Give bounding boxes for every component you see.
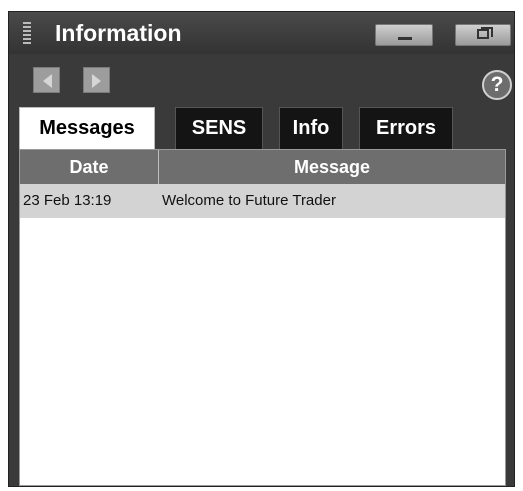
minimize-icon <box>398 37 412 40</box>
row-message: Welcome to Future Trader <box>162 192 336 209</box>
forward-button[interactable] <box>83 67 110 93</box>
messages-table: Date Message 23 Feb 13:19 Welcome to Fut… <box>19 149 506 486</box>
tab-errors[interactable]: Errors <box>359 107 453 149</box>
tab-messages[interactable]: Messages <box>19 107 155 150</box>
tab-info[interactable]: Info <box>279 107 343 149</box>
table-row[interactable]: 23 Feb 13:19 Welcome to Future Trader <box>20 184 505 218</box>
back-button[interactable] <box>33 67 60 93</box>
arrow-left-icon <box>43 74 52 88</box>
arrow-right-icon <box>92 74 101 88</box>
help-icon[interactable]: ? <box>482 70 512 100</box>
drag-grip-icon[interactable] <box>23 22 31 44</box>
tab-sens[interactable]: SENS <box>175 107 263 149</box>
information-window: Information ? Messages SENS Info Errors … <box>8 11 515 487</box>
column-header-date[interactable]: Date <box>20 150 159 184</box>
window-title: Information <box>55 20 182 46</box>
restore-button[interactable] <box>455 24 511 46</box>
title-bar[interactable]: Information <box>9 12 514 54</box>
minimize-button[interactable] <box>375 24 433 46</box>
table-header: Date Message <box>20 150 505 184</box>
restore-icon <box>477 29 489 39</box>
column-header-message[interactable]: Message <box>159 150 505 184</box>
row-date: 23 Feb 13:19 <box>23 192 112 209</box>
